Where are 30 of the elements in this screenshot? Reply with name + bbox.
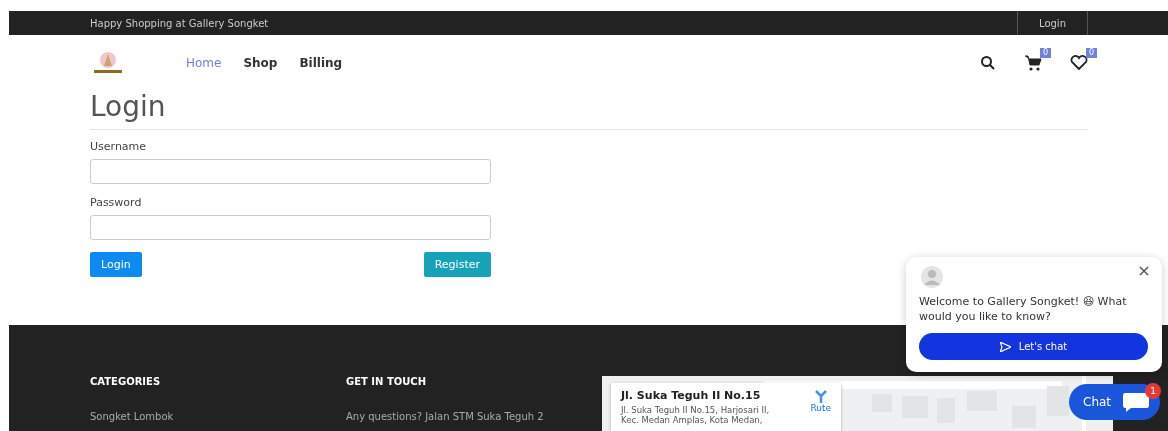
top-bar-message: Happy Shopping at Gallery Songket [90,17,270,29]
wishlist-count: 0 [1085,47,1097,58]
login-button[interactable]: Login [90,252,142,277]
login-link[interactable]: Login [1017,11,1088,35]
route-link[interactable]: Rute [810,389,831,419]
nav-link[interactable]: Home [186,55,222,70]
avatar-icon [919,266,945,288]
lets-chat-button[interactable]: Let's chat [919,333,1148,360]
page-title: Login [90,90,1088,130]
input-field[interactable] [90,215,491,240]
nav-link[interactable]: Shop [243,55,278,70]
field-label: Username [90,140,148,153]
footer-heading: GET IN TOUCH [346,376,428,387]
close-icon[interactable] [1139,266,1149,276]
heart-icon[interactable] [1070,54,1088,71]
nav-link[interactable]: Billing [299,55,343,70]
cart-icon[interactable] [1024,54,1042,71]
footer-link[interactable]: Songket Lombok [90,411,346,422]
send-icon [999,341,1011,352]
place-address: Jl. Suka Teguh II No.15, Harjosari II, Kec. Medan Amplas, Kota Medan, [621,405,771,425]
search-icon[interactable] [980,54,996,71]
chat-bubble-icon [1121,391,1152,413]
chat-message: Welcome to Gallery Songket! 😆 What would you like to know? [919,294,1128,324]
footer-link[interactable]: Any questions? Jalan STM Suka Teguh 2 [346,411,602,422]
cart-count: 0 [1039,47,1051,58]
field-label: Password [90,196,143,209]
directions-icon[interactable] [813,389,828,403]
footer-heading: CATEGORIES [90,376,162,387]
place-name: Jl. Suka Teguh II No.15 [621,389,762,402]
input-field[interactable] [90,159,491,184]
